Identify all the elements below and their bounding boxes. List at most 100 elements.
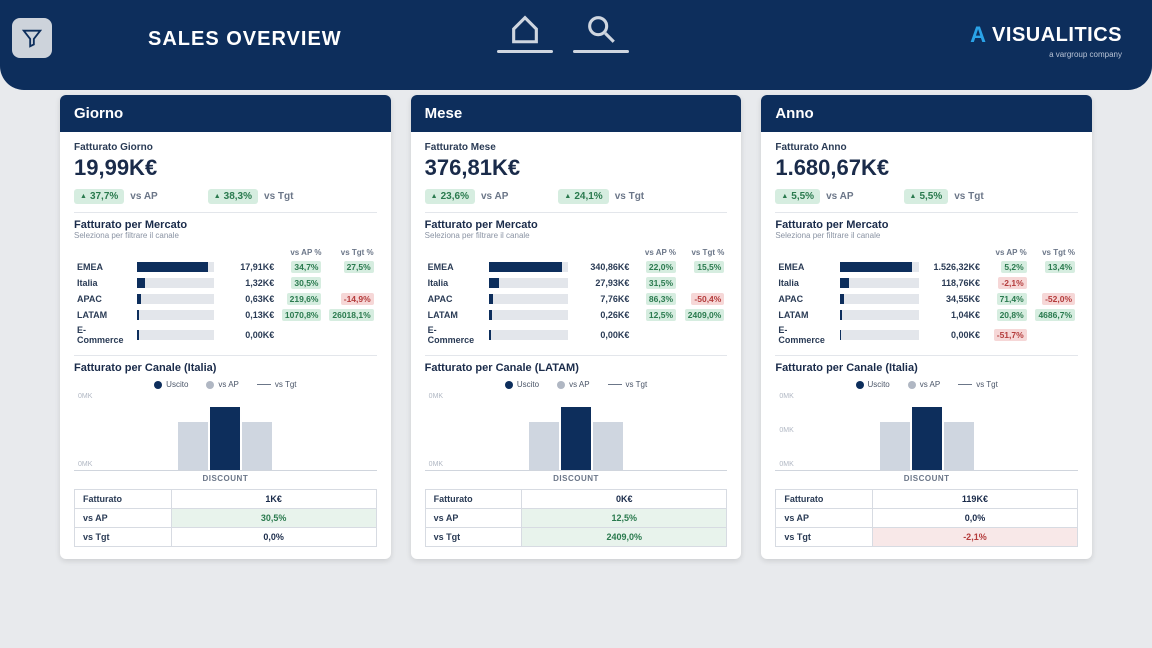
market-value: 34,55K€ bbox=[922, 291, 983, 307]
market-value: 0,63K€ bbox=[217, 291, 277, 307]
summary-table: Fatturato0K€ vs AP12,5% vs Tgt2409,0% bbox=[425, 489, 728, 547]
market-vstgt: -50,4% bbox=[679, 291, 727, 307]
kpi-vstgt: 38,3%vs Tgt bbox=[208, 189, 294, 204]
nav-indicator bbox=[497, 50, 553, 53]
row-label: Fatturato bbox=[425, 490, 522, 509]
market-name: APAC bbox=[775, 291, 836, 307]
market-value: 1.526,32K€ bbox=[922, 259, 983, 275]
market-value: 0,00K€ bbox=[922, 323, 983, 347]
row-value: 0,0% bbox=[171, 528, 376, 547]
market-vsap bbox=[277, 323, 324, 347]
chart-xlabel: DISCOUNT bbox=[425, 474, 728, 483]
chart-xlabel: DISCOUNT bbox=[74, 474, 377, 483]
kpi-vsap: 23,6%vs AP bbox=[425, 189, 509, 204]
market-bar bbox=[837, 291, 922, 307]
table-row[interactable]: E-Commerce 0,00K€ bbox=[74, 323, 377, 347]
chart-yaxis: 0MK0MK bbox=[78, 393, 92, 470]
market-vsap: 219,6% bbox=[277, 291, 324, 307]
market-vstgt bbox=[324, 275, 376, 291]
table-row[interactable]: Italia 118,76K€ -2,1% bbox=[775, 275, 1078, 291]
card-title: Giorno bbox=[60, 95, 391, 132]
market-bar bbox=[134, 307, 217, 323]
search-nav[interactable] bbox=[566, 12, 636, 53]
row-value: 0K€ bbox=[522, 490, 727, 509]
market-vsap: 34,7% bbox=[277, 259, 324, 275]
row-value: 119K€ bbox=[872, 490, 1077, 509]
row-value: 30,5% bbox=[171, 509, 376, 528]
market-vstgt: 15,5% bbox=[679, 259, 727, 275]
market-vsap: 20,8% bbox=[983, 307, 1030, 323]
market-vsap: 71,4% bbox=[983, 291, 1030, 307]
row-label: vs Tgt bbox=[776, 528, 873, 547]
market-name: E-Commerce bbox=[425, 323, 486, 347]
filter-button[interactable] bbox=[12, 18, 52, 58]
legend-vsap: vs AP bbox=[206, 380, 238, 389]
table-row[interactable]: APAC 34,55K€ 71,4% -52,0% bbox=[775, 291, 1078, 307]
market-name: EMEA bbox=[775, 259, 836, 275]
row-label: vs Tgt bbox=[425, 528, 522, 547]
page-title: SALES OVERVIEW bbox=[148, 28, 342, 51]
card-anno: Anno Fatturato Anno 1.680,67K€ 5,5%vs AP… bbox=[761, 95, 1092, 559]
col-vsap: vs AP % bbox=[983, 246, 1030, 259]
market-vstgt bbox=[1030, 323, 1078, 347]
cards-row: Giorno Fatturato Giorno 19,99K€ 37,7%vs … bbox=[0, 95, 1152, 559]
market-name: EMEA bbox=[425, 259, 486, 275]
market-name: LATAM bbox=[425, 307, 486, 323]
market-bar bbox=[486, 323, 571, 347]
legend-vstgt: vs Tgt bbox=[608, 380, 648, 389]
chart-xlabel: DISCOUNT bbox=[775, 474, 1078, 483]
table-row[interactable]: LATAM 0,26K€ 12,5% 2409,0% bbox=[425, 307, 728, 323]
table-row[interactable]: EMEA 1.526,32K€ 5,2% 13,4% bbox=[775, 259, 1078, 275]
market-vstgt: 13,4% bbox=[1030, 259, 1078, 275]
col-vstgt: vs Tgt % bbox=[1030, 246, 1078, 259]
market-vstgt: 4686,7% bbox=[1030, 307, 1078, 323]
chart-bar-uscito bbox=[210, 407, 240, 470]
home-nav[interactable] bbox=[490, 12, 560, 53]
market-section-sub: Seleziona per filtrare il canale bbox=[74, 231, 377, 240]
table-row[interactable]: LATAM 1,04K€ 20,8% 4686,7% bbox=[775, 307, 1078, 323]
market-value: 0,00K€ bbox=[571, 323, 632, 347]
row-label: vs AP bbox=[425, 509, 522, 528]
market-section-title: Fatturato per Mercato bbox=[775, 219, 1078, 231]
market-bar bbox=[486, 275, 571, 291]
legend-uscito: Uscito bbox=[154, 380, 188, 389]
kpi-label: Fatturato Anno bbox=[775, 142, 1078, 153]
row-value: 12,5% bbox=[522, 509, 727, 528]
table-row[interactable]: EMEA 340,86K€ 22,0% 15,5% bbox=[425, 259, 728, 275]
kpi-value: 19,99K€ bbox=[74, 155, 377, 181]
market-name: Italia bbox=[74, 275, 134, 291]
market-value: 7,76K€ bbox=[571, 291, 632, 307]
app-header: SALES OVERVIEW A VISUALITICS a vargroup … bbox=[0, 0, 1152, 90]
chart-bar-uscito bbox=[561, 407, 591, 470]
market-vstgt bbox=[1030, 275, 1078, 291]
channel-chart: Uscito vs AP vs Tgt 0MK0MK DISCOUNT bbox=[74, 380, 377, 483]
market-value: 0,26K€ bbox=[571, 307, 632, 323]
chart-bar-ap bbox=[529, 422, 559, 470]
chart-bar-tgt bbox=[593, 422, 623, 470]
table-row[interactable]: APAC 0,63K€ 219,6% -14,9% bbox=[74, 291, 377, 307]
table-row[interactable]: E-Commerce 0,00K€ -51,7% bbox=[775, 323, 1078, 347]
market-section-title: Fatturato per Mercato bbox=[74, 219, 377, 231]
col-vstgt: vs Tgt % bbox=[679, 246, 727, 259]
market-vsap: 30,5% bbox=[277, 275, 324, 291]
table-row[interactable]: Italia 27,93K€ 31,5% bbox=[425, 275, 728, 291]
table-row[interactable]: Italia 1,32K€ 30,5% bbox=[74, 275, 377, 291]
funnel-icon bbox=[21, 27, 43, 49]
chart-bar-tgt bbox=[944, 422, 974, 470]
market-value: 118,76K€ bbox=[922, 275, 983, 291]
market-bar bbox=[486, 259, 571, 275]
market-vsap: -51,7% bbox=[983, 323, 1030, 347]
market-bar bbox=[134, 291, 217, 307]
market-bar bbox=[134, 323, 217, 347]
market-vstgt bbox=[324, 323, 376, 347]
market-vstgt: 27,5% bbox=[324, 259, 376, 275]
table-row[interactable]: E-Commerce 0,00K€ bbox=[425, 323, 728, 347]
chart-bar-uscito bbox=[912, 407, 942, 470]
market-vsap: 31,5% bbox=[632, 275, 679, 291]
market-value: 27,93K€ bbox=[571, 275, 632, 291]
table-row[interactable]: LATAM 0,13K€ 1070,8% 26018,1% bbox=[74, 307, 377, 323]
table-row[interactable]: EMEA 17,91K€ 34,7% 27,5% bbox=[74, 259, 377, 275]
table-row[interactable]: APAC 7,76K€ 86,3% -50,4% bbox=[425, 291, 728, 307]
kpi-vstgt: 24,1%vs Tgt bbox=[558, 189, 644, 204]
legend-vstgt: vs Tgt bbox=[958, 380, 998, 389]
